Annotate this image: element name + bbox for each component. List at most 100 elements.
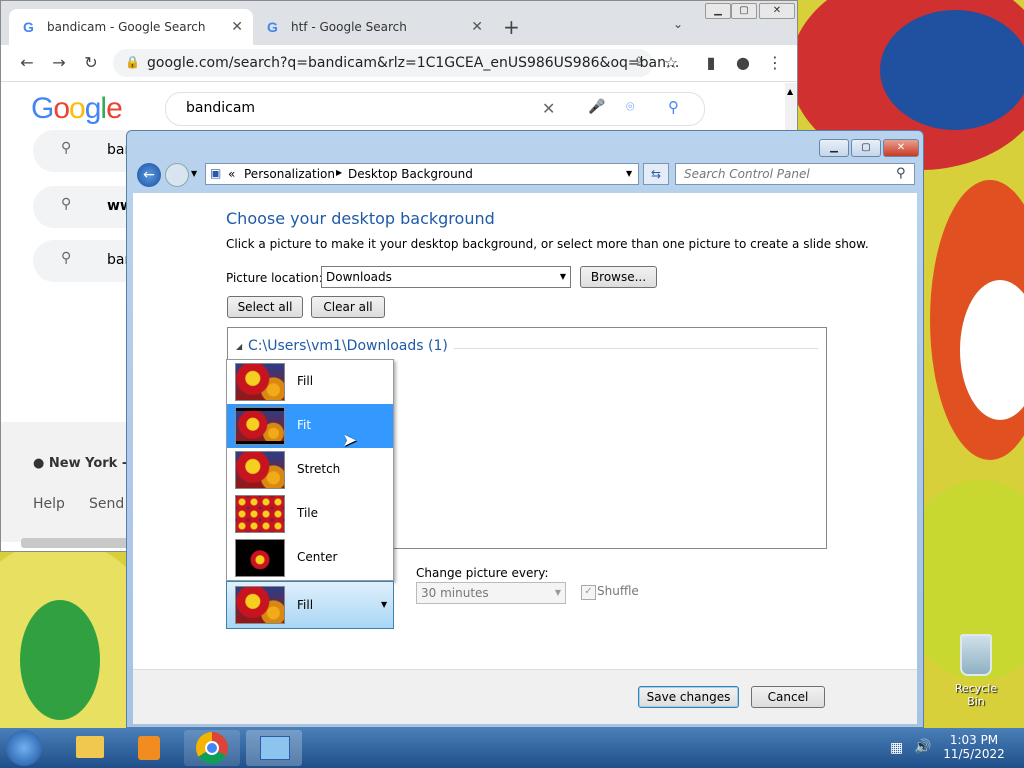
minimize-button[interactable]: ▁: [819, 139, 849, 157]
date-text: 11/5/2022: [943, 747, 1005, 761]
stretch-thumbnail: [235, 451, 285, 489]
search-query: bandicam: [186, 100, 256, 116]
heading-divider: [454, 348, 818, 349]
clear-all-button[interactable]: Clear all: [311, 296, 385, 318]
breadcrumb-desktop-background[interactable]: Desktop Background: [348, 167, 473, 181]
menu-dots-icon[interactable]: ⋮: [763, 51, 787, 75]
clock[interactable]: 1:03 PM 11/5/2022: [940, 733, 1008, 761]
picture-location-label: Picture location:: [226, 271, 323, 285]
lock-icon: 🔒: [125, 55, 140, 69]
network-icon[interactable]: ▦: [890, 740, 903, 756]
bookmark-star-icon[interactable]: ☆: [659, 51, 683, 75]
side-panel-icon[interactable]: ▮: [699, 51, 723, 75]
change-picture-label: Change picture every:: [416, 566, 549, 580]
tab-bandicam[interactable]: G bandicam - Google Search ✕: [9, 9, 253, 45]
position-option-fill[interactable]: Fill: [227, 360, 393, 404]
change-picture-interval-select: 30 minutes ▼: [416, 582, 566, 604]
center-thumbnail: [235, 539, 285, 577]
tile-thumbnail: [235, 495, 285, 533]
tab-label: bandicam - Google Search: [47, 20, 206, 34]
page-subtitle: Click a picture to make it your desktop …: [226, 237, 869, 251]
close-tab-icon[interactable]: ✕: [471, 19, 483, 35]
position-option-fit[interactable]: Fit: [227, 404, 393, 448]
start-button[interactable]: [6, 730, 42, 766]
back-button[interactable]: ←: [137, 163, 161, 187]
new-tab-button[interactable]: +: [503, 15, 520, 39]
select-all-button[interactable]: Select all: [227, 296, 303, 318]
shuffle-label: Shuffle: [597, 584, 639, 598]
chevron-down-icon: ▼: [554, 588, 561, 597]
dialog-footer: Save changes Cancel: [133, 669, 917, 724]
search-icon[interactable]: ⚲: [668, 98, 679, 116]
chrome-icon[interactable]: [184, 730, 240, 766]
recycle-bin[interactable]: Recycle Bin: [946, 630, 1006, 708]
fit-thumbnail: [235, 407, 285, 445]
minimize-button[interactable]: ▁: [705, 3, 731, 19]
media-player-icon[interactable]: [122, 730, 178, 766]
folder-heading[interactable]: C:\Users\vm1\Downloads (1): [248, 338, 448, 354]
position-option-stretch[interactable]: Stretch: [227, 448, 393, 492]
url-text: google.com/search?q=bandicam&rlz=1C1GCEA…: [147, 55, 680, 71]
page-title: Choose your desktop background: [226, 209, 495, 228]
fill-thumbnail: [235, 586, 285, 624]
tab-label: htf - Google Search: [291, 20, 407, 34]
tab-search-icon[interactable]: ⌄: [673, 17, 683, 31]
chevron-right-icon[interactable]: ▶: [336, 168, 342, 177]
control-panel-icon: ▣: [210, 166, 222, 180]
browser-toolbar: ← → ↻ 🔒 google.com/search?q=bandicam&rlz…: [1, 45, 797, 82]
picture-location-select[interactable]: Downloads ▼: [321, 266, 571, 288]
maximize-button[interactable]: ▢: [731, 3, 757, 19]
chevron-down-icon: ▼: [559, 272, 566, 281]
shuffle-checkbox: ✓: [581, 585, 596, 600]
volume-icon[interactable]: 🔊: [914, 739, 931, 755]
picture-position-select[interactable]: Fill ▼: [226, 581, 394, 629]
breadcrumb-personalization[interactable]: Personalization: [244, 167, 335, 181]
position-option-tile[interactable]: Tile: [227, 492, 393, 536]
file-explorer-icon[interactable]: [62, 730, 118, 766]
chevron-down-icon: ▼: [381, 600, 388, 609]
forward-arrow-icon[interactable]: →: [47, 51, 71, 75]
fill-thumbnail: [235, 363, 285, 401]
taskbar: ▦ 🔊 1:03 PM 11/5/2022: [0, 728, 1024, 768]
help-link[interactable]: Help: [33, 496, 65, 512]
reload-icon[interactable]: ↻: [79, 51, 103, 75]
forward-button[interactable]: [165, 163, 189, 187]
breadcrumb-prefix[interactable]: «: [228, 167, 235, 181]
search-icon[interactable]: ⚲: [896, 166, 906, 181]
maximize-button[interactable]: ▢: [851, 139, 881, 157]
camera-icon[interactable]: ⌾: [626, 99, 634, 115]
tab-strip: G bandicam - Google Search ✕ G htf - Goo…: [1, 1, 797, 45]
share-icon[interactable]: ⇪: [627, 51, 651, 75]
chevron-down-icon[interactable]: ▼: [626, 169, 632, 178]
google-search-box[interactable]: bandicam ✕ 🎤 ⌾ ⚲: [165, 92, 705, 126]
back-arrow-icon[interactable]: ←: [15, 51, 39, 75]
google-favicon-icon: G: [23, 19, 34, 35]
control-panel-taskbar-icon[interactable]: [246, 730, 302, 766]
tab-htf[interactable]: G htf - Google Search ✕: [253, 9, 493, 45]
recent-pages-icon[interactable]: ▼: [191, 169, 197, 178]
recycle-bin-label: Recycle Bin: [954, 682, 998, 708]
recycle-bin-icon: [960, 634, 992, 676]
search-icon: ⚲: [61, 250, 72, 266]
address-bar[interactable]: 🔒 google.com/search?q=bandicam&rlz=1C1GC…: [113, 49, 679, 77]
picture-position-dropdown: Fill Fit Stretch Tile Center: [226, 359, 394, 581]
search-placeholder: Search Control Panel: [684, 167, 810, 181]
save-changes-button[interactable]: Save changes: [638, 686, 739, 708]
close-button[interactable]: ✕: [883, 139, 919, 157]
close-button[interactable]: ✕: [759, 3, 795, 19]
cancel-button[interactable]: Cancel: [751, 686, 825, 708]
profile-avatar-icon[interactable]: ●: [731, 51, 755, 75]
close-tab-icon[interactable]: ✕: [231, 19, 243, 35]
time-text: 1:03 PM: [949, 733, 999, 747]
collapse-arrow-icon[interactable]: ◢: [236, 342, 242, 351]
refresh-icon[interactable]: ⇆: [643, 163, 669, 185]
position-option-center[interactable]: Center: [227, 536, 393, 580]
browse-button[interactable]: Browse...: [580, 266, 657, 288]
clear-icon[interactable]: ✕: [542, 99, 555, 118]
google-favicon-icon: G: [267, 19, 278, 35]
google-logo[interactable]: Google: [31, 92, 123, 126]
search-icon: ⚲: [61, 140, 72, 156]
address-bar[interactable]: ▣ « Personalization ▶ Desktop Background…: [205, 163, 639, 185]
mic-icon[interactable]: 🎤: [588, 99, 605, 115]
search-control-panel-input[interactable]: Search Control Panel ⚲: [675, 163, 915, 185]
